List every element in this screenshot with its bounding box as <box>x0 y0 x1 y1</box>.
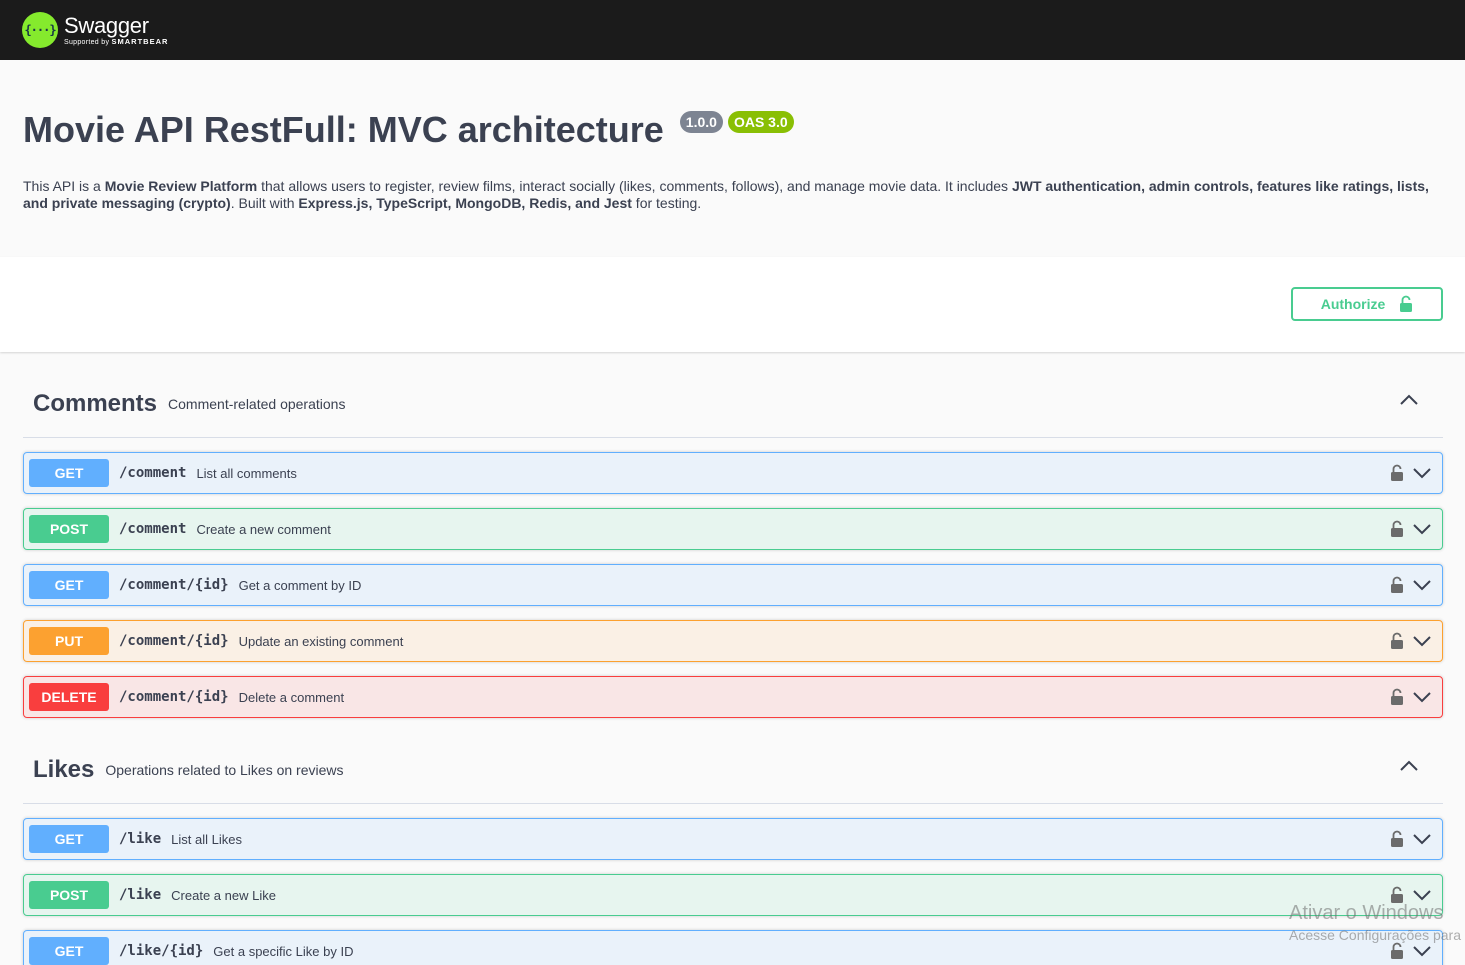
lock-icon[interactable] <box>1390 576 1404 594</box>
operation-row[interactable]: GET/like/{id} Get a specific Like by ID <box>23 930 1443 965</box>
http-method-badge: GET <box>29 571 109 599</box>
lock-icon[interactable] <box>1390 886 1404 904</box>
tag-section-comments: Comments Comment-related operations GET/co… <box>23 370 1443 718</box>
operation-controls <box>1390 621 1432 661</box>
tag-name: Likes <box>33 755 95 783</box>
chevron-down-icon[interactable] <box>1412 889 1432 901</box>
chevron-up-icon[interactable] <box>1399 394 1419 406</box>
lock-icon[interactable] <box>1390 632 1404 650</box>
endpoint-path: /comment <box>119 465 187 481</box>
chevron-down-icon[interactable] <box>1412 691 1432 703</box>
operation-summary: Create a new comment <box>196 521 331 537</box>
oas-badge: OAS 3.0 <box>727 111 794 133</box>
lock-icon[interactable] <box>1390 942 1404 960</box>
operation-controls <box>1390 875 1432 915</box>
tag-description: Comment-related operations <box>168 395 346 412</box>
lock-icon[interactable] <box>1390 688 1404 706</box>
scheme-container: Authorize <box>0 257 1465 352</box>
logo-text: Swagger Supported by SMARTBEAR <box>64 12 169 46</box>
endpoint-path: /comment/{id} <box>119 577 229 593</box>
tag-header[interactable]: Comments Comment-related operations <box>23 370 1443 438</box>
page-title: Movie API RestFull: MVC architecture <box>23 109 664 150</box>
operation-row[interactable]: PUT/comment/{id} Update an existing comme… <box>23 620 1443 662</box>
swagger-logo-glyph: {···} <box>24 23 56 37</box>
operation-row[interactable]: GET/like List all Likes <box>23 818 1443 860</box>
http-method-badge: GET <box>29 825 109 853</box>
operation-summary: Update an existing comment <box>238 633 404 649</box>
supported-by-label: Supported by <box>64 38 110 46</box>
chevron-up-icon[interactable] <box>1399 760 1419 772</box>
brand-name: Swagger <box>64 12 149 38</box>
operation-row[interactable]: POST/like Create a new Like <box>23 874 1443 916</box>
http-method-badge: GET <box>29 459 109 487</box>
operation-controls <box>1390 931 1432 965</box>
endpoint-path: /like <box>119 831 162 847</box>
authorize-label: Authorize <box>1320 296 1386 312</box>
chevron-down-icon[interactable] <box>1412 945 1432 957</box>
chevron-down-icon[interactable] <box>1412 467 1432 479</box>
version-badge: 1.0.0 <box>679 111 723 133</box>
http-method-badge: POST <box>29 515 109 543</box>
chevron-down-icon[interactable] <box>1412 523 1432 535</box>
endpoint-path: /like/{id} <box>119 943 204 959</box>
desc-text-4: for testing. <box>631 195 702 211</box>
operation-controls <box>1390 509 1432 549</box>
operation-controls <box>1390 677 1432 717</box>
operation-controls <box>1390 565 1432 605</box>
http-method-badge: GET <box>29 937 109 965</box>
endpoint-path: /comment <box>119 521 187 537</box>
desc-bold-1: Movie Review Platform <box>104 178 258 194</box>
tag-name: Comments <box>33 389 158 417</box>
title-row: Movie API RestFull: MVC architecture 1.0… <box>23 108 1443 152</box>
topbar: {···} Swagger Supported by SMARTBEAR <box>0 0 1465 60</box>
supported-by: Supported by SMARTBEAR <box>64 36 169 46</box>
lock-icon[interactable] <box>1390 464 1404 482</box>
chevron-down-icon[interactable] <box>1412 635 1432 647</box>
tag-header[interactable]: Likes Operations related to Likes on revi… <box>23 736 1443 804</box>
api-info: Movie API RestFull: MVC architecture 1.0… <box>0 60 1465 257</box>
sponsor-name: SMARTBEAR <box>111 36 169 46</box>
operation-summary: Get a specific Like by ID <box>213 943 354 959</box>
chevron-down-icon[interactable] <box>1412 833 1432 845</box>
tag-section-likes: Likes Operations related to Likes on revi… <box>23 736 1443 965</box>
operation-row[interactable]: DELETE/comment/{id} Delete a comment <box>23 676 1443 718</box>
operation-row[interactable]: GET/comment/{id} Get a comment by ID <box>23 564 1443 606</box>
operation-summary: List all comments <box>196 465 297 481</box>
desc-bold-3: Express.js, TypeScript, MongoDB, Redis, … <box>298 195 632 211</box>
unlock-icon <box>1399 295 1413 313</box>
desc-text-3: . Built with <box>230 195 299 211</box>
api-description: This API is a Movie Review Platform that… <box>23 178 1443 212</box>
operation-summary: List all Likes <box>171 831 242 847</box>
operation-row[interactable]: POST/comment Create a new comment <box>23 508 1443 550</box>
tag-sections: Comments Comment-related operations GET/co… <box>0 370 1465 965</box>
lock-icon[interactable] <box>1390 830 1404 848</box>
operation-row[interactable]: GET/comment List all comments <box>23 452 1443 494</box>
http-method-badge: POST <box>29 881 109 909</box>
desc-text-2: that allows users to register, review fi… <box>257 178 1012 194</box>
operation-controls <box>1390 453 1432 493</box>
http-method-badge: PUT <box>29 627 109 655</box>
http-method-badge: DELETE <box>29 683 109 711</box>
tag-description: Operations related to Likes on reviews <box>105 761 344 778</box>
operation-summary: Delete a comment <box>238 689 345 705</box>
operation-controls <box>1390 819 1432 859</box>
swagger-logo-icon: {···} <box>22 12 58 48</box>
endpoint-path: /comment/{id} <box>119 633 229 649</box>
lock-icon[interactable] <box>1390 520 1404 538</box>
swagger-logo[interactable]: {···} Swagger Supported by SMARTBEAR <box>22 12 168 48</box>
endpoint-path: /comment/{id} <box>119 689 229 705</box>
endpoint-path: /like <box>119 887 162 903</box>
desc-text-1: This API is a <box>23 178 105 194</box>
operation-summary: Get a comment by ID <box>238 577 362 593</box>
chevron-down-icon[interactable] <box>1412 579 1432 591</box>
authorize-button[interactable]: Authorize <box>1291 287 1443 321</box>
operation-summary: Create a new Like <box>171 887 276 903</box>
